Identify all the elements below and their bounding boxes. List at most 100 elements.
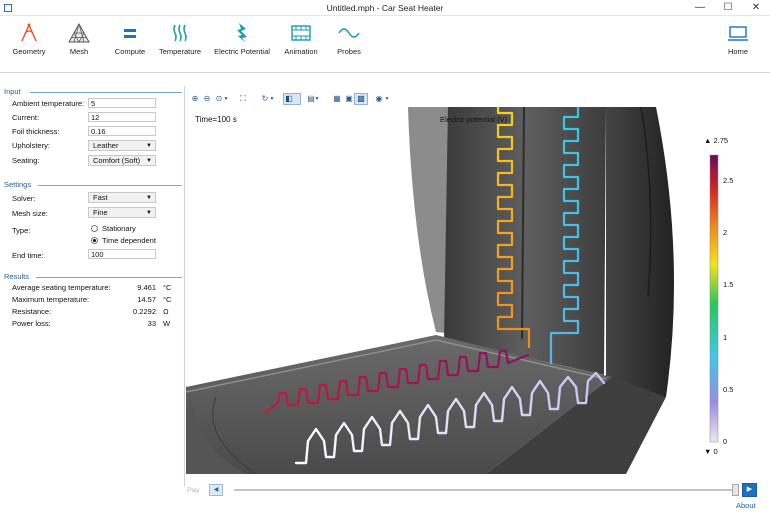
home-button[interactable]: Home — [724, 21, 752, 69]
end-time-field[interactable]: 100 — [88, 249, 156, 259]
current-field[interactable]: 12 — [88, 112, 156, 122]
chevron-down-icon[interactable]: ▼ — [314, 94, 320, 104]
foil-thickness-label: Foil thickness: — [12, 127, 60, 136]
camera-icon[interactable]: ◉ — [374, 94, 384, 104]
seating-value: Comfort (Soft) — [93, 156, 141, 165]
home-label: Home — [727, 47, 748, 56]
upholstery-label: Upholstery: — [12, 141, 50, 150]
animation-button[interactable]: Animation — [282, 21, 320, 69]
compute-button[interactable]: Compute — [112, 21, 148, 69]
probes-button[interactable]: Probes — [334, 21, 364, 69]
zoom-out-icon[interactable]: ⊖ — [202, 94, 212, 104]
time-label: Time=100 s — [195, 115, 237, 124]
ambient-temperature-field[interactable]: 5 — [88, 98, 156, 108]
seating-label: Seating: — [12, 156, 40, 165]
chevron-down-icon[interactable]: ▼ — [223, 94, 229, 104]
seating-select[interactable]: Comfort (Soft) ▼ — [88, 155, 156, 166]
zoom-in-icon[interactable]: ⊕ — [190, 94, 200, 104]
backrest-right-bolster — [606, 107, 674, 397]
electric-potential-button[interactable]: Electric Potential — [212, 21, 272, 69]
home-icon — [728, 26, 748, 41]
time-slider-thumb[interactable] — [732, 484, 739, 496]
result-value: 14.57 — [137, 295, 156, 304]
result-value: 0.2292 — [133, 307, 156, 316]
previous-frame-button[interactable]: ◀ — [209, 484, 223, 496]
foil-thickness-field[interactable]: 0.16 — [88, 126, 156, 136]
stationary-radio[interactable] — [91, 225, 98, 232]
about-link[interactable]: About — [736, 501, 756, 510]
probes-label: Probes — [337, 47, 361, 56]
mesh-size-value: Fine — [93, 208, 108, 217]
colorbar-tick: 2.5 — [723, 176, 734, 186]
scene-light-icon[interactable]: ▦ — [332, 94, 342, 104]
animation-icon — [291, 25, 311, 41]
mesh-label: Mesh — [69, 47, 89, 56]
car-seat-model — [186, 107, 719, 474]
play-label[interactable]: Play — [187, 487, 200, 494]
mesh-size-select[interactable]: Fine ▼ — [88, 207, 156, 218]
geometry-icon — [21, 23, 37, 42]
graphics-toolbar: ⊕ ⊖ ⊙ ▼ ⛶ ↻ ▼ ◧ ▤ ▼ ▦ ▣ ▩ ◉ ▼ — [186, 93, 769, 107]
type-label: Type: — [12, 226, 31, 235]
upholstery-select[interactable]: Leather ▼ — [88, 140, 156, 151]
transparency-icon[interactable]: ▣ — [344, 94, 354, 104]
zoom-extents-icon[interactable]: ⛶ — [238, 94, 248, 104]
probes-icon — [338, 28, 360, 38]
minimize-button[interactable]: — — [686, 0, 714, 16]
result-value: 9.461 — [137, 283, 156, 292]
backrest — [444, 107, 606, 375]
app-window: Untitled.mph - Car Seat Heater — ☐ ✕ Geo… — [0, 0, 770, 529]
compute-label: Compute — [114, 47, 146, 56]
result-label: Power loss: — [12, 319, 51, 328]
temperature-button[interactable]: Temperature — [158, 21, 202, 69]
maximize-button[interactable]: ☐ — [714, 0, 742, 16]
result-unit: Ω — [163, 307, 169, 316]
close-button[interactable]: ✕ — [742, 0, 770, 16]
mesh-size-label: Mesh size: — [12, 209, 48, 218]
colorbar — [709, 154, 719, 443]
ambient-temperature-label: Ambient temperature: — [12, 99, 85, 108]
colorbar-tick: 0 — [723, 437, 728, 446]
wireframe-icon: ▩ — [357, 94, 365, 103]
graphics-viewport[interactable]: Time=100 s Electric potential (V) ▲ 2.75… — [186, 107, 769, 474]
settings-section-divider — [38, 185, 182, 186]
results-section-divider — [36, 277, 182, 278]
result-value: 33 — [147, 319, 156, 328]
colorbar-tick: 0.5 — [723, 384, 734, 394]
temperature-label: Temperature — [158, 47, 202, 56]
geometry-button[interactable]: Geometry — [10, 21, 48, 69]
result-unit: W — [163, 319, 171, 328]
form-panel: Input Ambient temperature: 5 Current: 12… — [0, 74, 184, 514]
chevron-down-icon[interactable]: ▼ — [269, 94, 275, 104]
upholstery-value: Leather — [93, 141, 119, 150]
time-slider-track[interactable] — [234, 489, 734, 491]
mesh-button[interactable]: Mesh — [62, 21, 96, 69]
settings-section-header: Settings — [4, 180, 32, 189]
chevron-down-icon[interactable]: ▼ — [384, 94, 390, 104]
colorbar-tick: 1 — [723, 332, 728, 342]
title-bar: Untitled.mph - Car Seat Heater — ☐ ✕ — [0, 0, 770, 16]
input-section-header: Input — [4, 87, 21, 96]
result-label: Resistance: — [12, 307, 52, 316]
plot-title: Electric potential (V) — [440, 115, 508, 124]
electric-potential-icon — [237, 23, 247, 43]
solver-select[interactable]: Fast ▼ — [88, 192, 156, 203]
input-section-divider — [30, 92, 182, 93]
chevron-down-icon: ▼ — [146, 195, 152, 201]
window-title: Untitled.mph - Car Seat Heater — [326, 3, 444, 13]
animation-label: Animation — [284, 47, 318, 56]
animation-bar: Play ◀ ▶ About — [186, 476, 769, 512]
solver-label: Solver: — [12, 194, 36, 203]
colorbar-tick: 2 — [723, 228, 728, 238]
geometry-label: Geometry — [12, 47, 46, 56]
chevron-down-icon: ▼ — [146, 158, 152, 164]
end-time-label: End time: — [12, 251, 44, 260]
ribbon-toolbar: Geometry Mesh Compute Temperature Electr… — [0, 17, 770, 73]
temperature-icon — [173, 24, 187, 42]
colorbar-tick: 1.5 — [723, 280, 734, 290]
colorbar-max-label: ▲ 2.75 — [704, 136, 729, 145]
result-unit: °C — [163, 283, 172, 292]
next-frame-button[interactable]: ▶ — [742, 483, 757, 497]
time-dependent-radio[interactable] — [91, 237, 98, 244]
solver-value: Fast — [93, 193, 108, 202]
